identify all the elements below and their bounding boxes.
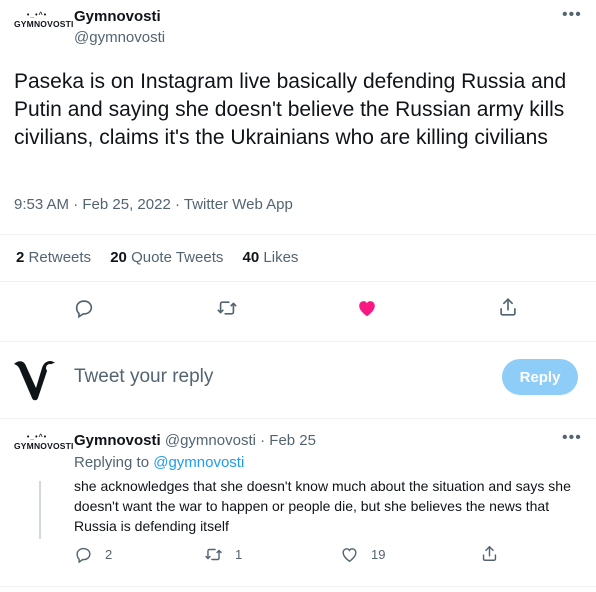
retweets-stat[interactable]: 2 Retweets [16,249,95,266]
tweet-metadata: 9:53 AM · Feb 25, 2022 · Twitter Web App [14,196,293,213]
like-count: 19 [371,547,386,562]
divider [0,281,596,282]
divider [0,341,596,342]
reply-more-icon[interactable]: ••• [562,429,582,447]
reply-author-handle[interactable]: @gymnovosti [165,432,256,449]
replying-to: Replying to @gymnovosti [74,454,245,471]
reply-icon[interactable] [73,297,95,319]
separator-dot: · [73,196,79,213]
divider [0,234,596,235]
heart-icon[interactable] [356,297,378,319]
stats-row: 2 Retweets 20 Quote Tweets 40 Likes [16,249,298,266]
share-icon[interactable] [497,296,519,318]
tweet-time[interactable]: 9:53 AM [14,196,69,213]
heart-icon [340,545,359,564]
logo-figures: •_•^• [26,12,48,19]
reply-action-like[interactable]: 19 [340,545,385,564]
separator-dot: · [174,196,180,213]
reply-action-retweet[interactable]: 1 [204,545,242,564]
more-icon[interactable]: ••• [562,6,582,24]
divider [0,418,596,419]
reply-date[interactable]: Feb 25 [269,432,316,449]
separator-dot: · [260,432,266,449]
logo-figures: •_•^• [26,434,48,441]
replying-to-handle[interactable]: @gymnovosti [153,454,244,471]
retweet-count: 1 [235,547,243,562]
reply-header: Gymnovosti @gymnovosti · Feb 25 [74,432,316,449]
reply-author-name[interactable]: Gymnovosti [74,432,161,449]
tweet-source[interactable]: Twitter Web App [184,196,293,213]
retweet-icon [204,545,223,564]
reply-text: she acknowledges that she doesn't know m… [74,478,571,534]
author-name[interactable]: Gymnovosti [74,8,161,25]
author-handle[interactable]: @gymnovosti [74,29,165,46]
thread-line [39,481,41,539]
retweet-icon[interactable] [216,297,238,319]
share-icon[interactable] [480,544,499,563]
reply-action-reply[interactable]: 2 [74,545,112,564]
tweet-text: Paseka is on Instagram live basically de… [14,70,567,149]
reply-input[interactable]: Tweet your reply [74,366,213,388]
reply-account-logo[interactable]: •_•^• GYMNOVOSTI [14,434,73,451]
user-avatar[interactable] [12,354,60,407]
likes-stat[interactable]: 40 Likes [243,249,299,266]
tweet-date[interactable]: Feb 25, 2022 [82,196,170,213]
reply-icon [74,545,93,564]
quote-tweets-stat[interactable]: 20 Quote Tweets [110,249,227,266]
divider [0,586,596,587]
account-logo[interactable]: •_•^• GYMNOVOSTI [14,12,73,29]
reply-count: 2 [105,547,113,562]
reply-button[interactable]: Reply [502,359,578,395]
